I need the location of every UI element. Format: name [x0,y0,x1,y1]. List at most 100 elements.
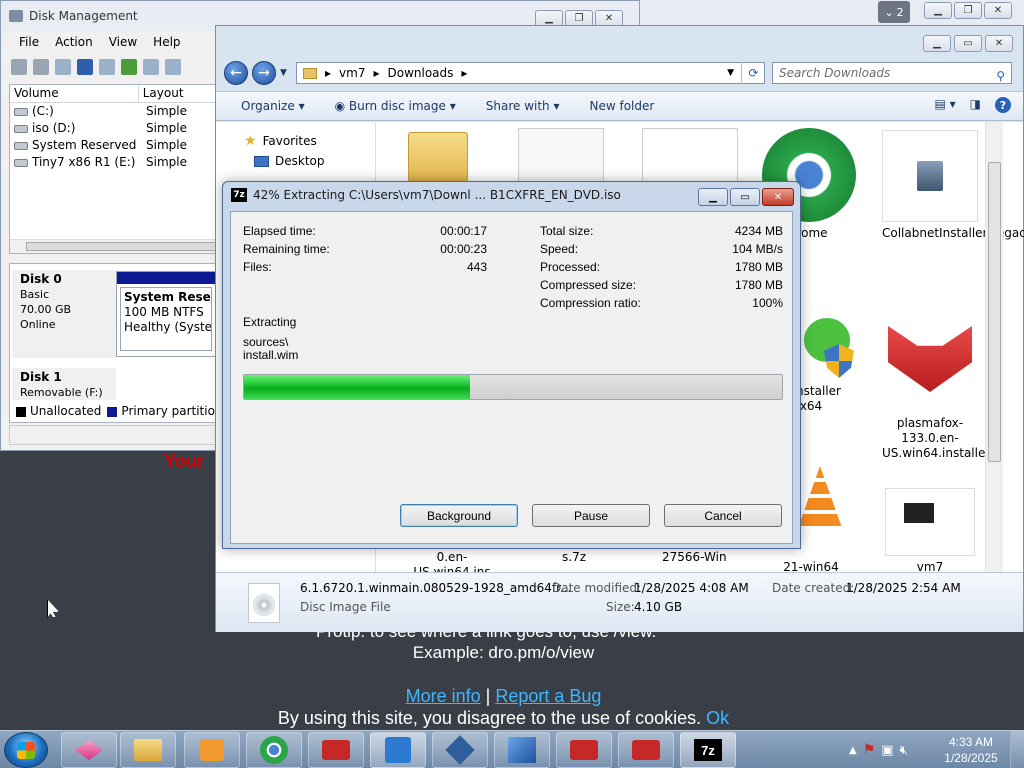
taskbar-arrow-app[interactable] [370,732,426,768]
breadcrumb-downloads[interactable]: Downloads [388,66,454,80]
scrollbar-thumb[interactable] [988,162,1001,462]
taskbar-chrome[interactable] [246,732,302,768]
taskbar-file-explorer[interactable] [120,732,176,768]
taskbar-app-pink[interactable] [61,732,117,768]
table-row[interactable]: (C:) Simple [10,103,218,120]
refresh-icon[interactable]: ⟳ [741,62,765,84]
table-row[interactable]: Tiny7 x86 R1 (E:) Simple [10,154,218,171]
action-center-icon[interactable]: ⚑ [863,742,876,758]
seven-zip-file-icon[interactable] [642,128,738,182]
date-modified-label: Date modified: [552,581,642,595]
column-volume[interactable]: Volume [10,85,139,102]
properties-icon[interactable] [99,59,115,75]
minimize-icon[interactable]: ▁ [924,2,952,19]
back-icon[interactable]: ← [224,61,248,85]
organize-button[interactable]: Organize ▾ [241,99,305,113]
scrollbar-thumb[interactable] [26,242,216,251]
console-tree-icon[interactable] [55,59,71,75]
disk-graphical-view: Disk 0 Basic 70.00 GB Online System Rese… [9,263,223,423]
system-reserved-partition[interactable]: System Reserv 100 MB NTFS Healthy (Syste… [116,271,216,357]
drive-icon [14,107,28,116]
cancel-button[interactable]: Cancel [664,504,782,527]
taskbar-toolbox[interactable] [618,732,674,768]
recent-pages-dropdown-icon[interactable]: ▼ [280,68,287,78]
burn-disc-image-button[interactable]: ◉ Burn disc image ▾ [335,99,456,113]
taskbar-toolbox[interactable] [556,732,612,768]
disk-settings-icon[interactable] [165,59,181,75]
menu-view[interactable]: View [109,35,137,49]
file-item[interactable]: CollabnetInstaller_legacy [882,130,1024,241]
extraction-progress-bar [243,374,783,400]
back-arrow-icon[interactable] [11,59,27,75]
taskbar-virtualbox[interactable] [432,732,488,768]
share-with-button[interactable]: Share with ▾ [486,99,560,113]
nav-desktop[interactable]: Desktop [254,154,325,168]
restore-icon[interactable]: ❐ [954,2,982,19]
window-count-badge[interactable]: ⌄ 2 [878,1,910,23]
more-info-link[interactable]: More info [406,686,481,706]
frog-installer-icon[interactable] [798,318,858,382]
report-bug-link[interactable]: Report a Bug [495,686,601,706]
show-desktop-button[interactable] [1010,731,1024,768]
taskbar-media-player[interactable] [184,732,240,768]
disk1-label[interactable]: Disk 1 Removable (F:) [12,368,116,400]
vlc-icon[interactable] [798,466,848,534]
menu-action[interactable]: Action [55,35,93,49]
forward-arrow-icon[interactable] [33,59,49,75]
forward-icon[interactable]: → [252,61,276,85]
column-layout[interactable]: Layout [139,85,218,102]
dialog-titlebar[interactable]: 7z 42% Extracting C:\Users\vm7\Downl ...… [231,188,621,202]
taskbar-seven-zip[interactable]: 7z [680,732,736,768]
partition-size: 100 MB NTFS [124,305,204,319]
address-dropdown-icon[interactable]: ▼ [727,68,734,78]
preview-pane-icon[interactable]: ◨ [970,97,981,113]
menu-help[interactable]: Help [153,35,180,49]
show-hidden-icons-icon[interactable]: ▲ [849,745,857,756]
taskbar-toolbox[interactable] [308,732,364,768]
table-row[interactable]: iso (D:) Simple [10,120,218,137]
breadcrumb-vm7[interactable]: vm7 [339,66,365,80]
disc-image-icon[interactable] [518,128,604,182]
background-button[interactable]: Background [400,504,518,527]
clock[interactable]: 4:33 AM 1/28/2025 [936,734,1006,766]
chevron-down-icon: ⌄ [884,5,894,19]
help-icon[interactable]: ? [995,97,1011,113]
cookie-notice: By using this site, you disagree to the … [0,708,1007,729]
help-icon[interactable] [77,59,93,75]
file-label[interactable]: 27566-Win [662,550,727,564]
disk1-type: Removable (F:) [20,386,103,399]
maximize-icon[interactable]: ▭ [954,35,982,52]
menu-file[interactable]: File [19,35,39,49]
cookie-ok-link[interactable]: Ok [706,708,729,728]
nav-favorites[interactable]: ★ Favorites [244,133,317,149]
plasmafox-icon [884,318,976,412]
change-view-icon[interactable]: ▤ ▾ [934,97,955,113]
folder-icon[interactable] [408,132,468,182]
pause-button[interactable]: Pause [532,504,650,527]
chrome-icon [260,736,288,764]
file-item[interactable]: plasmafox-133.0.en-US.win64.installer [882,318,990,461]
close-icon[interactable]: ✕ [762,188,794,206]
address-bar[interactable]: ▸ vm7 ▸ Downloads ▸ ▼ [296,62,765,84]
refresh-icon[interactable] [121,59,137,75]
close-icon[interactable]: ✕ [984,2,1012,19]
minimize-icon[interactable]: ▁ [698,188,728,206]
badge-count: 2 [896,5,904,19]
search-input[interactable]: Search Downloads ⚲ [772,62,1012,84]
explorer-titlebar[interactable]: ▁ ▭ ✕ [216,26,1023,59]
network-icon[interactable]: ▣ [881,743,893,758]
file-label[interactable]: s.7z [562,550,586,564]
close-icon[interactable]: ✕ [985,35,1013,52]
table-row[interactable]: System Reserved Simple [10,137,218,154]
volume-muted-icon[interactable]: 🔇︎ [900,743,908,758]
horizontal-scrollbar[interactable] [10,239,218,253]
command-bar: Organize ▾ ◉ Burn disc image ▾ Share wit… [216,91,1023,121]
new-folder-button[interactable]: New folder [590,99,655,113]
minimize-icon[interactable]: ▁ [923,35,951,52]
disk0-label[interactable]: Disk 0 Basic 70.00 GB Online [12,270,116,358]
start-button[interactable] [4,732,48,768]
vertical-scrollbar[interactable] [985,122,1003,572]
maximize-icon[interactable]: ▭ [730,188,760,206]
taskbar-seven-zip-app[interactable] [494,732,550,768]
rescan-icon[interactable] [143,59,159,75]
